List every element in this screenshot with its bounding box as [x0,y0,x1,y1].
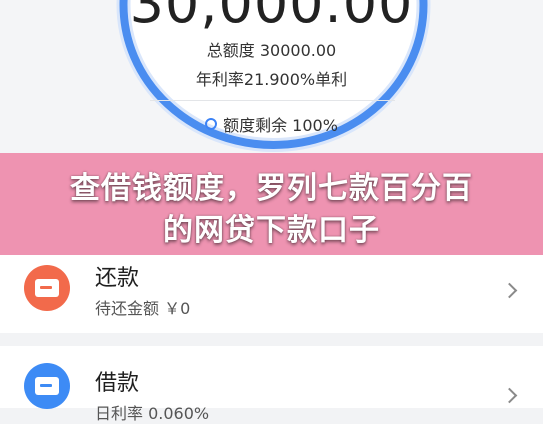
repay-title: 还款 [95,266,140,291]
quota-remaining-text: 额度剩余 100% [223,116,338,135]
borrow-title: 借款 [95,371,140,396]
bill-stripe [40,384,52,387]
borrow-subtitle: 日利率 0.060% [95,404,210,423]
banner-title-line-2: 的网贷下款口子 [163,213,380,248]
quota-divider [150,100,395,101]
borrow-row[interactable]: 借款 日利率 0.060% [0,346,543,423]
chevron-right-icon [501,282,518,299]
bill-shape [35,279,59,297]
borrow-bill-icon [24,363,70,409]
total-quota-label: 总额度 30000.00 [206,41,337,60]
bill-shape [35,377,59,395]
app-screen: 30,000.00 总额度 30000.00 年利率21.900%单利 额度剩余… [0,0,543,423]
repay-bill-icon [24,265,70,311]
bill-stripe [40,286,52,289]
repay-row[interactable]: 还款 待还金额 ￥0 [0,255,543,333]
title-banner: 查借钱额度，罗列七款百分百 的网贷下款口子 [0,153,543,255]
circle-dot-icon [205,118,218,130]
quota-remaining: 额度剩余 100% [0,112,543,136]
repay-subtitle: 待还金额 ￥0 [95,299,191,318]
chevron-right-icon [501,387,518,404]
quota-section: 30,000.00 总额度 30000.00 年利率21.900%单利 额度剩余… [0,0,543,160]
annual-rate-label: 年利率21.900%单利 [195,70,348,89]
banner-title-line-1: 查借钱额度，罗列七款百分百 [70,171,473,206]
quota-amount: 30,000.00 [129,0,414,35]
